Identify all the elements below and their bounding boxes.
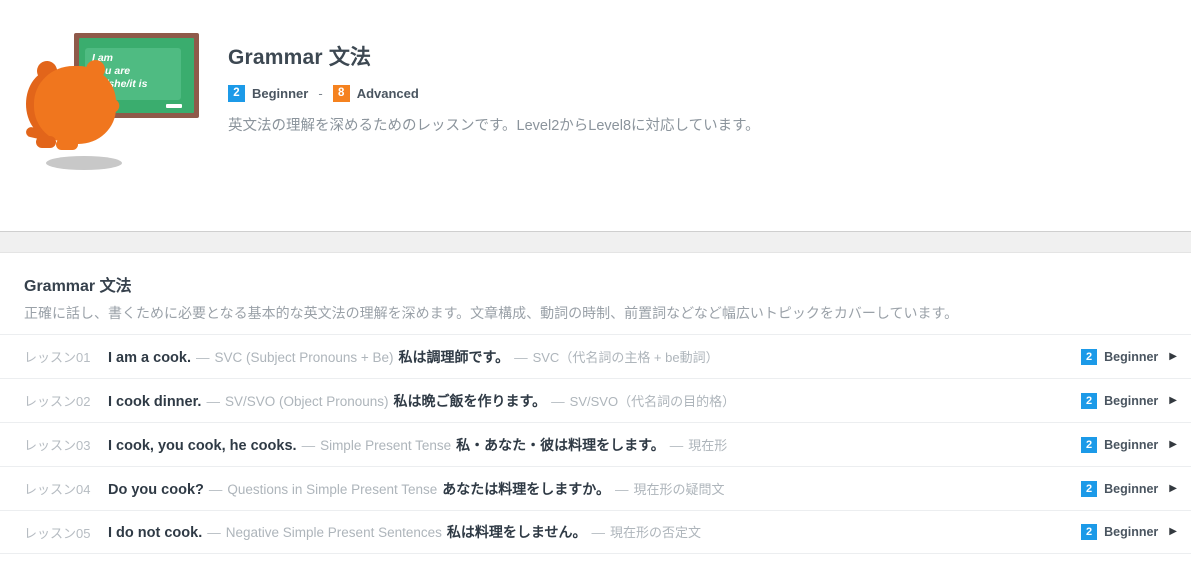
chevron-right-icon[interactable]: ▶	[1169, 439, 1177, 450]
lesson-subtitle-en: SVC (Subject Pronouns + Be)	[214, 349, 394, 365]
lesson-title-group: I cook dinner. — SV/SVO (Object Pronouns) 私…	[108, 391, 1069, 411]
lesson-number: レッスン02	[24, 394, 91, 410]
lesson-title-ja: 私・あなた・彼は料理をします。	[456, 436, 665, 453]
lesson-dash-2: —	[551, 393, 565, 409]
lesson-dash-2: —	[669, 437, 684, 453]
lesson-title-en: I cook dinner.	[108, 393, 202, 410]
lesson-row[interactable]: レッスン04 Do you cook? — Questions in Simple P…	[0, 466, 1191, 510]
lesson-number: レッスン05	[24, 525, 91, 541]
lesson-level-label: Beginner	[1104, 525, 1159, 540]
lesson-subtitle-en: Negative Simple Present Sentences	[225, 525, 442, 541]
level-badge-min: 2	[228, 85, 245, 102]
lesson-dash-2: —	[591, 525, 605, 541]
lesson-dash-1: —	[208, 481, 223, 497]
course-hero: I am You are He/she/it is Grammar 文法 2 B…	[0, 0, 1191, 231]
lesson-subtitle-ja: 現在形の疑問文	[633, 481, 725, 497]
lesson-level-label: Beginner	[1104, 437, 1159, 452]
chevron-right-icon[interactable]: ▶	[1169, 395, 1177, 406]
lesson-dash-1: —	[207, 525, 221, 541]
level-label-max: Advanced	[356, 86, 419, 101]
lesson-level-badge: 2	[1081, 480, 1098, 497]
level-range: 2 Beginner - 8 Advanced	[228, 85, 760, 102]
lesson-title-group: I do not cook. — Negative Simple Present S…	[108, 522, 1069, 542]
lesson-subtitle-ja: 現在形	[688, 437, 728, 453]
section-title: Grammar 文法	[24, 278, 132, 295]
lesson-title-ja: 私は調理師です。	[398, 348, 510, 365]
lesson-section-header: Grammar 文法 正確に話し、書くために必要となる基本的な英文法の理解を深め…	[0, 253, 1191, 334]
lesson-title-en: I am a cook.	[108, 349, 192, 366]
section-description: 正確に話し、書くために必要となる基本的な英文法の理解を深めます。文章構成、動詞の…	[24, 305, 959, 321]
lesson-title-ja: 私は料理をしません。	[446, 524, 587, 541]
lesson-dash-2: —	[614, 481, 629, 497]
lesson-row[interactable]: レッスン02 I cook dinner. — SV/SVO (Object Pron…	[0, 378, 1191, 422]
lesson-title-ja: あなたは料理をしますか。	[442, 480, 610, 497]
chalkboard-eraser-icon	[166, 104, 182, 108]
lesson-row[interactable]: レッスン05 I do not cook. — Negative Simple Pre…	[0, 510, 1191, 555]
lesson-level-label: Beginner	[1104, 349, 1159, 364]
lesson-dash-1: —	[206, 393, 220, 409]
lesson-level-label: Beginner	[1104, 481, 1159, 496]
section-divider-band	[0, 231, 1191, 253]
lesson-row[interactable]: レッスン03 I cook, you cook, he cooks. — Simple…	[0, 422, 1191, 466]
lesson-level-group: 2 Beginner ▶	[1081, 392, 1177, 409]
course-illustration: I am You are He/she/it is	[18, 28, 218, 228]
lesson-subtitle-en: SV/SVO (Object Pronouns)	[224, 393, 389, 409]
cat-foot-left	[36, 136, 56, 148]
lesson-subtitle-en: Questions in Simple Present Tense	[227, 481, 438, 497]
chevron-right-icon[interactable]: ▶	[1169, 483, 1177, 494]
lesson-level-group: 2 Beginner ▶	[1081, 524, 1177, 541]
lesson-number: レッスン03	[24, 438, 91, 454]
lesson-number: レッスン01	[24, 350, 91, 366]
lesson-title-en: Do you cook?	[108, 481, 204, 498]
lesson-level-badge: 2	[1081, 524, 1098, 541]
chevron-right-icon[interactable]: ▶	[1169, 527, 1177, 537]
course-info: Grammar 文法 2 Beginner - 8 Advanced 英文法の理…	[228, 41, 760, 138]
lesson-subtitle-ja: 現在形の否定文	[609, 525, 701, 541]
lesson-dash-2: —	[514, 349, 528, 365]
lesson-title-group: Do you cook? — Questions in Simple Present…	[108, 479, 1069, 499]
level-label-min: Beginner	[252, 86, 309, 101]
lesson-level-group: 2 Beginner ▶	[1081, 348, 1177, 365]
lesson-level-badge: 2	[1081, 348, 1098, 365]
lesson-dash-1: —	[196, 349, 210, 365]
lesson-title-ja: 私は晩ご飯を作ります。	[393, 392, 547, 409]
cat-foot-right	[56, 139, 78, 150]
level-badge-max: 8	[332, 85, 350, 102]
lesson-level-group: 2 Beginner ▶	[1081, 436, 1177, 453]
lesson-row[interactable]: レッスン01 I am a cook. — SVC (Subject Pronouns…	[0, 334, 1191, 378]
lesson-level-group: 2 Beginner ▶	[1081, 480, 1177, 497]
lesson-level-badge: 2	[1081, 392, 1098, 409]
lesson-title-en: I do not cook.	[108, 525, 203, 542]
lesson-level-badge: 2	[1081, 436, 1098, 453]
lesson-number: レッスン04	[24, 482, 91, 498]
lesson-title-group: I cook, you cook, he cooks. — Simple Prese…	[108, 435, 1069, 455]
lesson-subtitle-ja: SV/SVO（代名詞の目的格）	[569, 393, 736, 409]
chevron-right-icon[interactable]: ▶	[1169, 351, 1177, 362]
lesson-subtitle-en: Simple Present Tense	[320, 437, 452, 453]
lesson-title-en: I cook, you cook, he cooks.	[108, 437, 297, 454]
cat-shadow	[46, 156, 122, 170]
page-title: Grammar 文法	[228, 46, 372, 69]
lesson-dash-1: —	[301, 437, 316, 453]
lesson-list: レッスン01 I am a cook. — SVC (Subject Pronouns…	[0, 334, 1191, 555]
lesson-level-label: Beginner	[1104, 393, 1159, 408]
lesson-title-group: I am a cook. — SVC (Subject Pronouns + Be)…	[108, 347, 1069, 367]
lesson-subtitle-ja: SVC（代名詞の主格 + be動詞）	[532, 349, 719, 365]
level-separator: -	[318, 86, 323, 101]
course-description: 英文法の理解を深めるためのレッスンです。Level2からLevel8に対応してい…	[228, 118, 760, 134]
